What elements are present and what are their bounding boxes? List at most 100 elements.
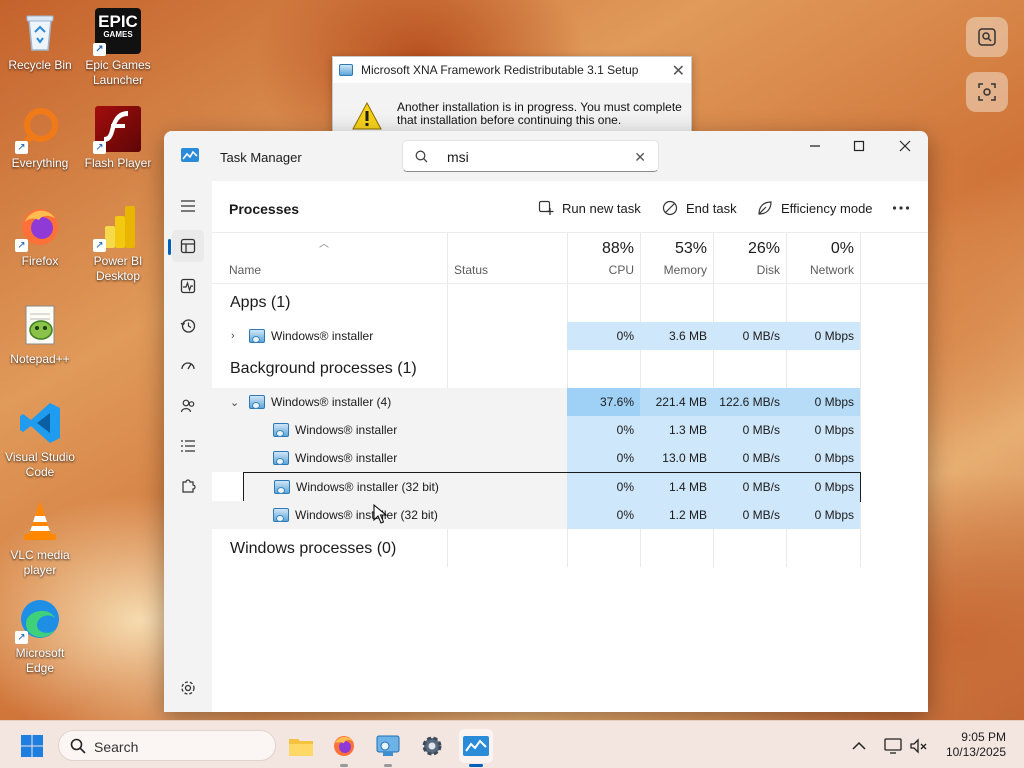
nav-services[interactable] — [172, 470, 204, 502]
desktop-icon-edge[interactable]: ↗ Microsoft Edge — [0, 596, 80, 676]
more-dots-icon — [892, 206, 910, 210]
desktop-icon-recycle-bin[interactable]: Recycle Bin — [0, 8, 80, 73]
memory-value: 1.4 MB — [640, 473, 713, 501]
maximize-button[interactable] — [836, 131, 882, 161]
table-row-child[interactable]: Windows® installer 0% 13.0 MB 0 MB/s 0 Mbps — [212, 444, 860, 472]
xna-close-button[interactable]: ✕ — [672, 61, 685, 81]
firefox-icon — [334, 736, 354, 756]
nav-app-history[interactable] — [172, 310, 204, 342]
nav-menu-button[interactable] — [172, 190, 204, 222]
table-row-app-windows-installer[interactable]: › Windows® installer 0% 3.6 MB 0 MB/s 0 Mbps — [212, 322, 860, 350]
clear-search-icon[interactable]: ✕ — [634, 149, 646, 166]
nav-startup-apps[interactable] — [172, 350, 204, 382]
warning-icon — [352, 101, 382, 130]
network-value: 0 Mbps — [786, 444, 860, 472]
expand-chevron-icon[interactable]: › — [231, 330, 235, 342]
leaf-icon — [758, 201, 772, 215]
desktop-icon-power-bi[interactable]: ↗ Power BI Desktop — [78, 204, 158, 284]
nav-performance[interactable] — [172, 270, 204, 302]
network-value: 0 Mbps — [786, 501, 860, 529]
setup-app-icon — [339, 64, 353, 76]
taskbar-setup-app[interactable] — [371, 729, 405, 767]
task-manager-window[interactable]: Task Manager ✕ — [164, 131, 928, 712]
taskbar-search-box[interactable]: Search — [58, 730, 276, 761]
taskbar-file-explorer[interactable] — [284, 729, 318, 763]
expand-chevron-icon[interactable]: ⌄ — [230, 396, 239, 409]
close-button[interactable] — [882, 131, 928, 161]
taskbar: Search 9:05 PM 10/13/2025 — [0, 720, 1024, 768]
desktop-icon-everything[interactable]: ↗ Everything — [0, 106, 80, 171]
group-header-apps[interactable]: Apps (1) — [230, 294, 290, 312]
screen-capture-button[interactable] — [966, 72, 1008, 112]
process-name: Windows® installer — [295, 451, 398, 465]
desktop-icon-vscode[interactable]: Visual Studio Code — [0, 400, 80, 480]
visual-search-button[interactable] — [966, 17, 1008, 57]
process-name: Windows® installer (32 bit) — [296, 480, 439, 494]
taskbar-firefox[interactable] — [327, 729, 361, 767]
group-header-background[interactable]: Background processes (1) — [230, 360, 417, 378]
tray-volume[interactable] — [905, 729, 933, 763]
nav-users[interactable] — [172, 390, 204, 422]
desktop-icon-vlc[interactable]: VLC media player — [0, 498, 80, 578]
nav-processes[interactable] — [168, 230, 204, 262]
desktop-icon-label: Recycle Bin — [8, 58, 72, 72]
disk-value: 0 MB/s — [713, 473, 786, 501]
table-row-child[interactable]: Windows® installer 0% 1.3 MB 0 MB/s 0 Mbps — [212, 416, 860, 444]
disk-value: 0 MB/s — [713, 501, 786, 529]
memory-total-percent: 53% — [674, 240, 707, 257]
column-header-status[interactable]: Status — [447, 233, 567, 283]
run-new-task-label: Run new task — [562, 200, 641, 216]
sort-ascending-icon: ︿ — [319, 239, 329, 250]
desktop-icon-label: Epic Games Launcher — [85, 58, 151, 87]
taskbar-settings[interactable] — [415, 729, 449, 763]
column-header-memory[interactable]: 53% Memory — [640, 233, 713, 283]
memory-value: 1.2 MB — [640, 501, 713, 529]
minimize-icon — [810, 145, 820, 147]
column-network-label: Network — [809, 263, 854, 277]
efficiency-mode-button[interactable]: Efficiency mode — [757, 195, 873, 221]
disk-value: 0 MB/s — [713, 444, 786, 472]
startup-gauge-icon — [181, 362, 195, 370]
vscode-icon — [17, 400, 63, 446]
end-task-button[interactable]: End task — [662, 195, 737, 221]
group-header-windows[interactable]: Windows processes (0) — [230, 540, 396, 558]
memory-value: 1.3 MB — [640, 416, 713, 444]
users-icon — [180, 399, 195, 413]
task-manager-titlebar[interactable]: Task Manager ✕ — [164, 131, 928, 181]
windows-logo-icon — [21, 735, 43, 757]
nav-details[interactable] — [172, 430, 204, 462]
cpu-value: 0% — [567, 501, 640, 529]
more-options-button[interactable] — [892, 195, 910, 221]
desktop-icon-flash-player[interactable]: ↗ Flash Player — [78, 106, 158, 171]
run-new-task-button[interactable]: Run new task — [538, 195, 641, 221]
column-header-cpu[interactable]: 88% CPU — [567, 233, 640, 283]
tray-network[interactable] — [879, 729, 907, 763]
system-clock[interactable]: 9:05 PM 10/13/2025 — [946, 730, 1006, 760]
process-search-box[interactable]: ✕ — [402, 140, 659, 172]
column-header-disk[interactable]: 26% Disk — [713, 233, 786, 283]
show-hidden-icons-button[interactable] — [845, 729, 873, 763]
desktop-icon-notepad-plus-plus[interactable]: Notepad++ — [0, 302, 80, 367]
nav-settings[interactable] — [172, 672, 204, 704]
process-name: Windows® installer (4) — [271, 395, 392, 409]
column-header-name[interactable]: ︿ Name — [212, 233, 447, 283]
desktop-icon-epic-games[interactable]: EPIC GAMES ↗ Epic Games Launcher — [78, 8, 158, 88]
cpu-value: 37.6% — [567, 388, 640, 416]
installer-app-icon — [273, 423, 289, 437]
efficiency-mode-label: Efficiency mode — [781, 200, 873, 216]
minimize-button[interactable] — [792, 131, 838, 161]
table-row-group-windows-installer[interactable]: ⌄ Windows® installer (4) 37.6% 221.4 MB 122.… — [212, 388, 860, 416]
column-header-network[interactable]: 0% Network — [786, 233, 860, 283]
search-input[interactable] — [447, 147, 627, 167]
desktop-icon-label: Flash Player — [84, 156, 152, 170]
process-name: Windows® installer — [271, 329, 374, 343]
maximize-icon — [853, 140, 865, 152]
start-button[interactable] — [15, 729, 49, 763]
taskbar-task-manager[interactable] — [459, 729, 493, 767]
desktop-icon-firefox[interactable]: ↗ Firefox — [0, 204, 80, 269]
table-row-child-selected[interactable]: Windows® installer (32 bit) 0% 1.4 MB 0 MB/… — [243, 472, 861, 502]
end-task-icon — [662, 200, 678, 216]
table-row-child[interactable]: Windows® installer (32 bit) 0% 1.2 MB 0 MB/… — [212, 501, 860, 529]
column-memory-label: Memory — [663, 263, 707, 277]
window-title: Task Manager — [220, 150, 302, 165]
